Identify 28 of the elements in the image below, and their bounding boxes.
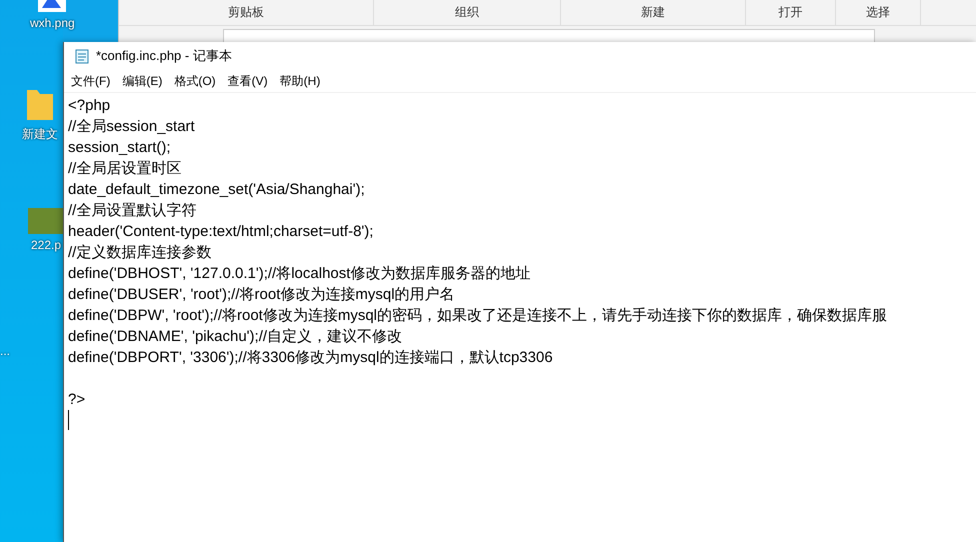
menu-item[interactable]: 格式(O) <box>174 72 216 90</box>
menu-item[interactable]: 帮助(H) <box>280 72 320 90</box>
menu-item[interactable]: 文件(F) <box>71 72 110 90</box>
code-line: define('DBPORT', '3306');//将3306修改为mysql的连接端口，默认tcp3306 <box>68 349 553 366</box>
code-line: <?php <box>68 97 110 114</box>
code-line: define('DBUSER', 'root');//将root修改为连接mysql的用户名 <box>68 286 455 303</box>
photo-placeholder <box>28 208 64 234</box>
code-line: define('DBHOST', '127.0.0.1');//将localhost修改为数据库服务器的地址 <box>68 265 530 282</box>
ribbon-group-label: 新建 <box>561 0 746 25</box>
code-line: //全局居设置时区 <box>68 160 182 177</box>
window-title: *config.inc.php - 记事本 <box>96 47 232 65</box>
code-line: define('DBPW', 'root');//将root修改为连接mysql的密码，如果改了还是连接不上，请先手动连接下你的数据库，确保数据库服 <box>68 307 888 324</box>
text-cursor <box>68 410 69 430</box>
code-line: ?> <box>68 391 86 408</box>
menu-item[interactable]: 编辑(E) <box>122 72 162 90</box>
ribbon-group-label: 打开 <box>746 0 836 25</box>
code-line: date_default_timezone_set('Asia/Shanghai'); <box>68 181 365 198</box>
menu-item[interactable]: 查看(V) <box>228 72 268 90</box>
code-line: //全局session_start <box>68 118 195 135</box>
code-line: //定义数据库连接参数 <box>68 244 212 261</box>
ribbon-group-label: 剪贴板 <box>119 0 374 25</box>
ribbon-group-label: 组织 <box>374 0 561 25</box>
code-line: //全局设置默认字符 <box>68 202 196 219</box>
ribbon-group-label: 选择 <box>836 0 921 25</box>
notepad-icon <box>74 48 90 64</box>
code-line: session_start(); <box>68 139 171 156</box>
code-line: header('Content-type:text/html;charset=utf-8'); <box>68 223 374 240</box>
code-line: define('DBNAME', 'pikachu');//自定义，建议不修改 <box>68 328 402 345</box>
